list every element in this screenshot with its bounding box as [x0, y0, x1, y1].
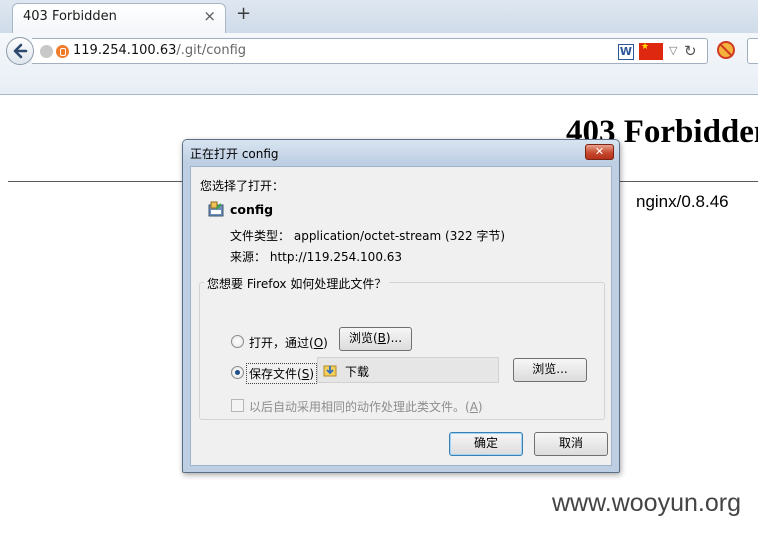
adblock-icon[interactable]: [717, 41, 735, 59]
tab-close-icon[interactable]: ×: [203, 7, 216, 25]
download-folder-icon: [323, 365, 337, 377]
file-type-label: 文件类型：: [230, 229, 291, 243]
file-type-value: application/octet-stream (322 字节): [293, 229, 506, 243]
file-source-value: http://119.254.100.63: [269, 250, 403, 264]
new-tab-icon[interactable]: +: [236, 3, 251, 24]
url-text[interactable]: 119.254.100.63/.git/config: [73, 43, 246, 58]
dialog-close-button[interactable]: ✕: [585, 144, 614, 160]
remember-choice-checkbox[interactable]: [231, 399, 244, 412]
open-with-label[interactable]: 打开，通过(O): [249, 334, 328, 351]
file-icon: [208, 201, 224, 217]
file-source-row: 来源： http://119.254.100.63: [230, 248, 402, 265]
url-host: 119.254.100.63: [73, 43, 177, 58]
history-dropdown-icon[interactable]: ▽: [669, 44, 677, 57]
dialog-titlebar[interactable]: 正在打开 config ✕: [183, 140, 619, 165]
url-bar[interactable]: 119.254.100.63/.git/config W ▽ ↻: [32, 38, 708, 64]
arrow-left-icon: [13, 43, 28, 59]
action-question: 您想要 Firefox 如何处理此文件？: [204, 275, 390, 292]
china-flag-icon[interactable]: [639, 42, 663, 60]
open-file-dialog: 正在打开 config ✕ 您选择了打开： config 文件类型： appli…: [182, 139, 620, 473]
tab-bar: 403 Forbidden × +: [0, 0, 758, 34]
reload-icon[interactable]: ↻: [684, 42, 697, 60]
file-type-row: 文件类型： application/octet-stream (322 字节): [230, 227, 505, 244]
dialog-title: 正在打开 config: [190, 147, 279, 161]
download-folder-field: 下载: [317, 357, 499, 383]
save-file-radio[interactable]: [231, 366, 244, 379]
tab-title: 403 Forbidden: [23, 9, 117, 24]
ok-button[interactable]: 确定: [449, 432, 523, 456]
file-name: config: [230, 202, 274, 217]
watermark-text: www.wooyun.org: [552, 489, 741, 517]
open-with-radio[interactable]: [231, 335, 244, 348]
navigation-toolbar: 119.254.100.63/.git/config W ▽ ↻: [0, 33, 758, 95]
dialog-body: 您选择了打开： config 文件类型： application/octet-s…: [190, 166, 612, 466]
server-signature: nginx/0.8.46: [636, 192, 729, 211]
globe-icon: [40, 45, 53, 58]
search-box[interactable]: [747, 38, 758, 64]
save-file-label[interactable]: 保存文件(S): [246, 363, 317, 384]
intro-text: 您选择了打开：: [200, 179, 285, 193]
site-identity-icon[interactable]: [56, 45, 69, 58]
back-button[interactable]: [6, 37, 34, 65]
file-source-label: 来源：: [230, 250, 267, 264]
remember-choice-label[interactable]: 以后自动采用相同的动作处理此类文件。(A): [249, 398, 483, 415]
word-addon-icon[interactable]: W: [618, 44, 634, 60]
cancel-button[interactable]: 取消: [534, 432, 608, 456]
url-path: /.git/config: [176, 43, 247, 58]
browse-app-button[interactable]: 浏览(B)...: [339, 327, 412, 351]
tab-403-forbidden[interactable]: 403 Forbidden ×: [12, 3, 226, 34]
browse-folder-button[interactable]: 浏览...: [513, 358, 587, 382]
download-folder-label: 下载: [345, 365, 370, 379]
